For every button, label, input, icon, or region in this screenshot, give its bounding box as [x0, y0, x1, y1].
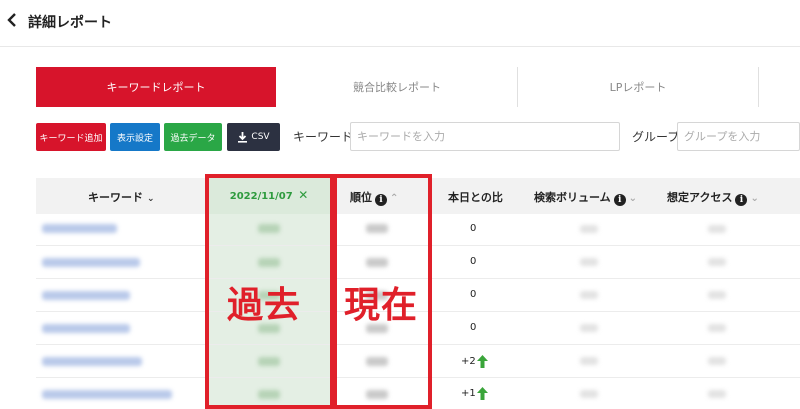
- header-diff: 本日との比: [448, 191, 503, 204]
- keyword-link[interactable]: [42, 324, 130, 333]
- diff-cell: +1: [461, 387, 488, 400]
- chevron-down-icon: ⌄: [628, 193, 638, 204]
- keyword-filter-label: キーワード: [293, 130, 354, 144]
- access-value: [708, 291, 726, 299]
- diff-value: +2: [461, 356, 476, 367]
- csv-label: CSV: [251, 132, 270, 142]
- volume-value: [580, 291, 598, 299]
- diff-value: 0: [470, 223, 477, 234]
- access-value: [708, 225, 726, 233]
- keyword-link[interactable]: [42, 258, 140, 267]
- header-keyword-label: キーワード: [88, 191, 143, 204]
- current-annotation-label: 現在: [344, 285, 419, 326]
- arrow-up-icon: [476, 355, 488, 368]
- display-settings-button[interactable]: 表示設定: [110, 123, 160, 151]
- diff-value: 0: [470, 322, 477, 333]
- access-value: [708, 258, 726, 266]
- tab-divider: [758, 67, 759, 107]
- keyword-search-input[interactable]: [350, 122, 620, 151]
- back-chevron-icon[interactable]: [5, 10, 19, 30]
- past-data-button[interactable]: 過去データ: [164, 123, 222, 151]
- access-value: [708, 324, 726, 332]
- page-title: 詳細レポート: [28, 15, 112, 31]
- csv-download-button[interactable]: CSV: [227, 123, 280, 151]
- keyword-link[interactable]: [42, 224, 117, 233]
- info-icon[interactable]: i: [613, 194, 626, 206]
- volume-value: [580, 225, 598, 233]
- header-access-label: 想定アクセス: [667, 191, 733, 204]
- past-annotation-label: 過去: [227, 285, 302, 326]
- chevron-down-icon: ⌄: [750, 193, 759, 204]
- download-icon: [238, 132, 248, 143]
- header-volume-label: 検索ボリューム: [534, 191, 611, 204]
- keyword-link[interactable]: [42, 390, 172, 399]
- info-icon[interactable]: i: [735, 194, 748, 206]
- tab-competitor-report[interactable]: 競合比較レポート: [277, 67, 517, 107]
- diff-value: 0: [470, 289, 477, 300]
- diff-value: +1: [461, 388, 476, 399]
- volume-value: [580, 390, 598, 398]
- volume-value: [580, 357, 598, 365]
- volume-value: [580, 324, 598, 332]
- chevron-down-icon: ⌄: [147, 194, 155, 204]
- header-access[interactable]: 想定アクセス i ⌄: [667, 189, 759, 206]
- add-keyword-button[interactable]: キーワード追加: [36, 123, 106, 151]
- access-value: [708, 390, 726, 398]
- diff-cell: +2: [461, 355, 488, 368]
- group-filter-label: グループ: [632, 130, 680, 144]
- volume-value: [580, 258, 598, 266]
- keyword-link[interactable]: [42, 357, 142, 366]
- tab-lp-report[interactable]: LPレポート: [518, 67, 758, 107]
- header-volume[interactable]: 検索ボリューム i ⌄: [534, 189, 637, 206]
- diff-value: 0: [470, 256, 477, 267]
- access-value: [708, 357, 726, 365]
- group-search-input[interactable]: [677, 122, 800, 151]
- arrow-up-icon: [476, 387, 488, 400]
- top-bar: [0, 0, 800, 47]
- keyword-link[interactable]: [42, 291, 130, 300]
- tab-keyword-report[interactable]: キーワードレポート: [36, 67, 276, 107]
- header-keyword[interactable]: キーワード ⌄: [88, 189, 155, 205]
